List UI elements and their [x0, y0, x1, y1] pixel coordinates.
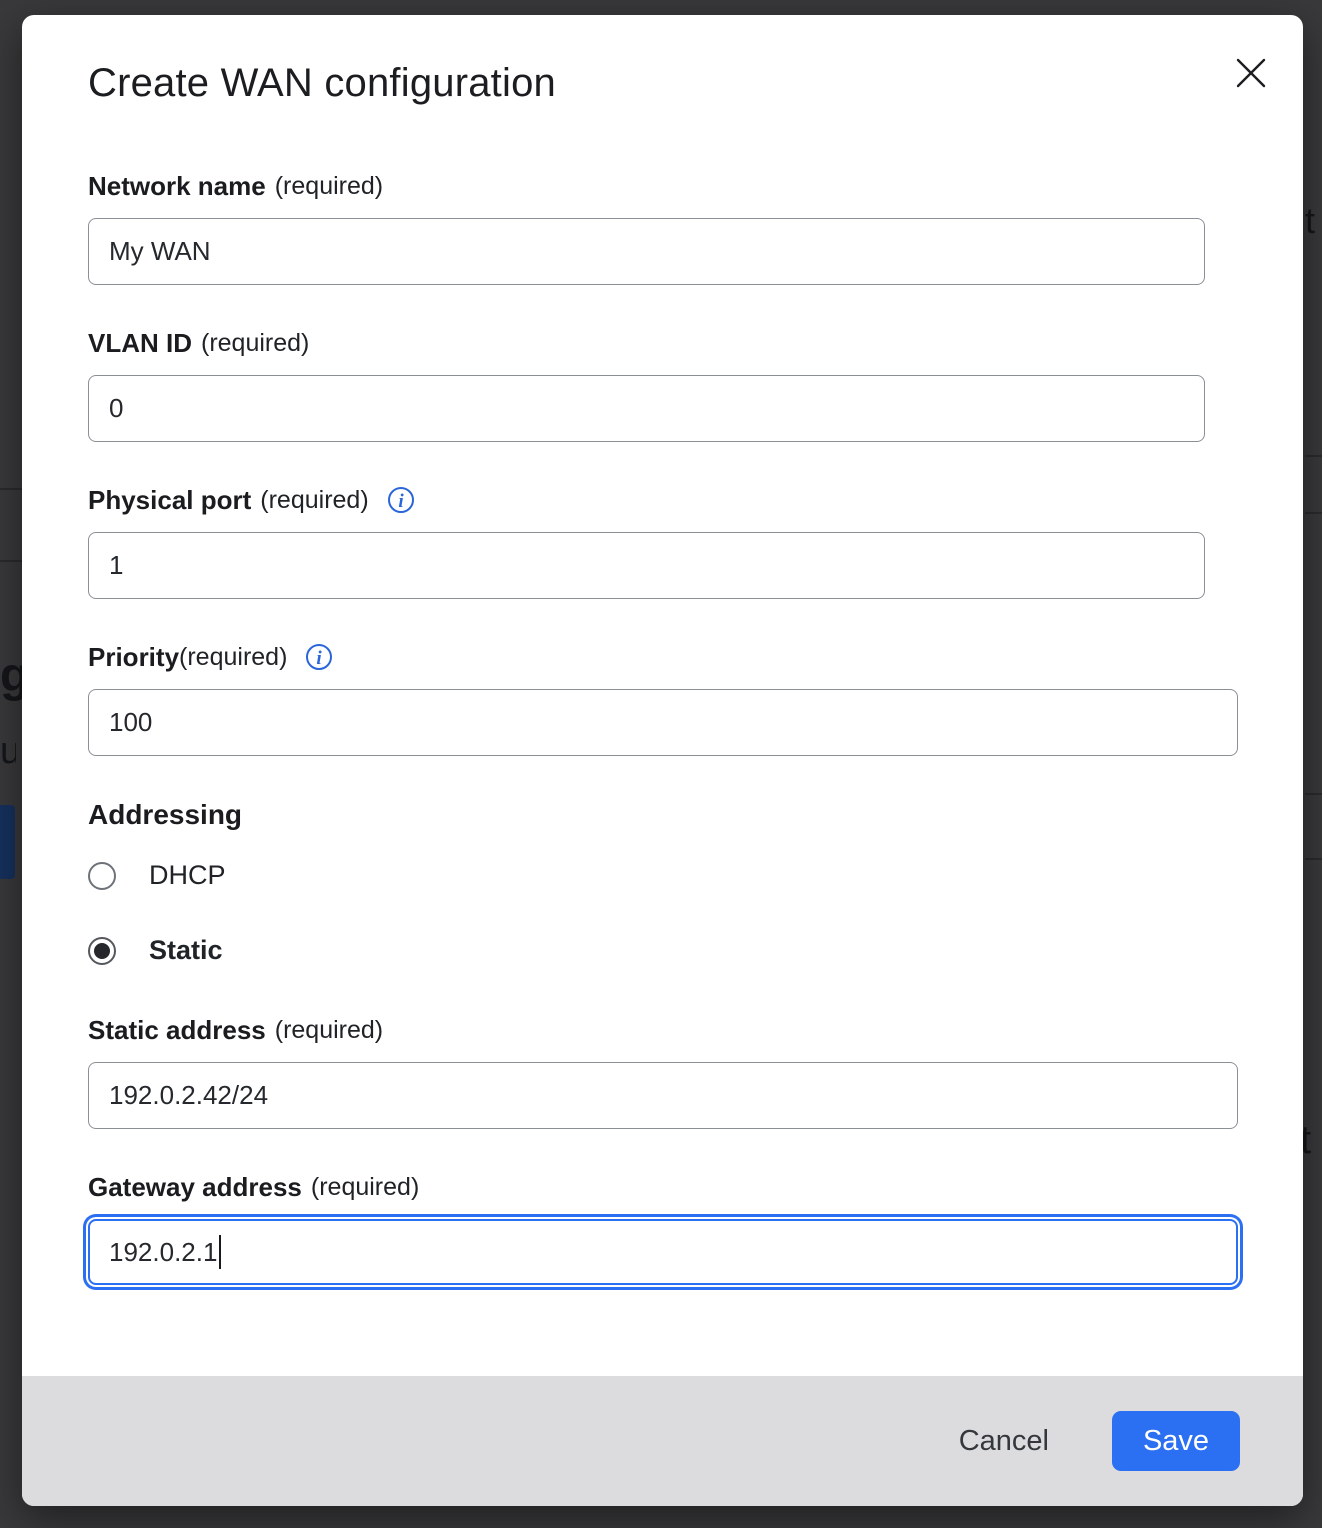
create-wan-modal: Create WAN configuration Network name (r… [22, 15, 1303, 1506]
background-text-fragment: t [1300, 1118, 1322, 1164]
background-text-fragment: g [0, 648, 22, 706]
priority-input[interactable] [88, 689, 1238, 756]
network-name-label: Network name (required) [88, 170, 1237, 202]
modal-footer: Cancel Save [22, 1376, 1303, 1506]
gateway-address-label: Gateway address (required) [88, 1171, 1237, 1203]
modal-title: Create WAN configuration [88, 59, 1237, 107]
static-address-input[interactable] [88, 1062, 1238, 1129]
priority-field: Priority (required) i [88, 641, 1237, 756]
text-cursor [219, 1235, 221, 1269]
gateway-address-input[interactable]: 192.0.2.1 [88, 1219, 1238, 1285]
vlan-id-input[interactable] [88, 375, 1205, 442]
background-table-line [0, 488, 22, 490]
vlan-id-label: VLAN ID (required) [88, 327, 1237, 359]
network-name-field: Network name (required) [88, 170, 1237, 285]
svg-text:i: i [317, 648, 323, 669]
background-table-line [0, 560, 22, 562]
svg-text:i: i [398, 491, 404, 512]
vlan-id-field: VLAN ID (required) [88, 327, 1237, 442]
addressing-heading: Addressing [88, 798, 1237, 832]
cancel-button[interactable]: Cancel [945, 1415, 1063, 1468]
radio-button-dhcp[interactable] [88, 862, 116, 890]
physical-port-input[interactable] [88, 532, 1205, 599]
radio-option-static[interactable]: Static [88, 935, 1237, 966]
background-table-line [1305, 793, 1322, 795]
background-table-line [1305, 858, 1322, 860]
network-name-input[interactable] [88, 218, 1205, 285]
save-button[interactable]: Save [1112, 1411, 1240, 1471]
gateway-address-field: Gateway address (required) 192.0.2.1 [88, 1171, 1237, 1285]
addressing-group: Addressing DHCP Static [88, 798, 1237, 966]
radio-label-static: Static [149, 935, 223, 966]
priority-label: Priority (required) i [88, 641, 1237, 673]
info-icon[interactable]: i [305, 643, 333, 671]
info-icon[interactable]: i [387, 486, 415, 514]
close-icon[interactable] [1231, 53, 1271, 93]
physical-port-field: Physical port (required) i [88, 484, 1237, 599]
background-table-line [1305, 455, 1322, 457]
radio-label-dhcp: DHCP [149, 860, 226, 891]
radio-option-dhcp[interactable]: DHCP [88, 860, 1237, 891]
close-x-glyph [1234, 56, 1268, 90]
static-address-field: Static address (required) [88, 1014, 1237, 1129]
background-text-fragment: u [0, 730, 16, 774]
background-table-line [1305, 512, 1322, 514]
physical-port-label: Physical port (required) i [88, 484, 1237, 516]
radio-button-static[interactable] [88, 937, 116, 965]
static-address-label: Static address (required) [88, 1014, 1237, 1046]
background-dimmed-button [0, 805, 15, 879]
background-text-fragment: t l [1305, 200, 1322, 244]
